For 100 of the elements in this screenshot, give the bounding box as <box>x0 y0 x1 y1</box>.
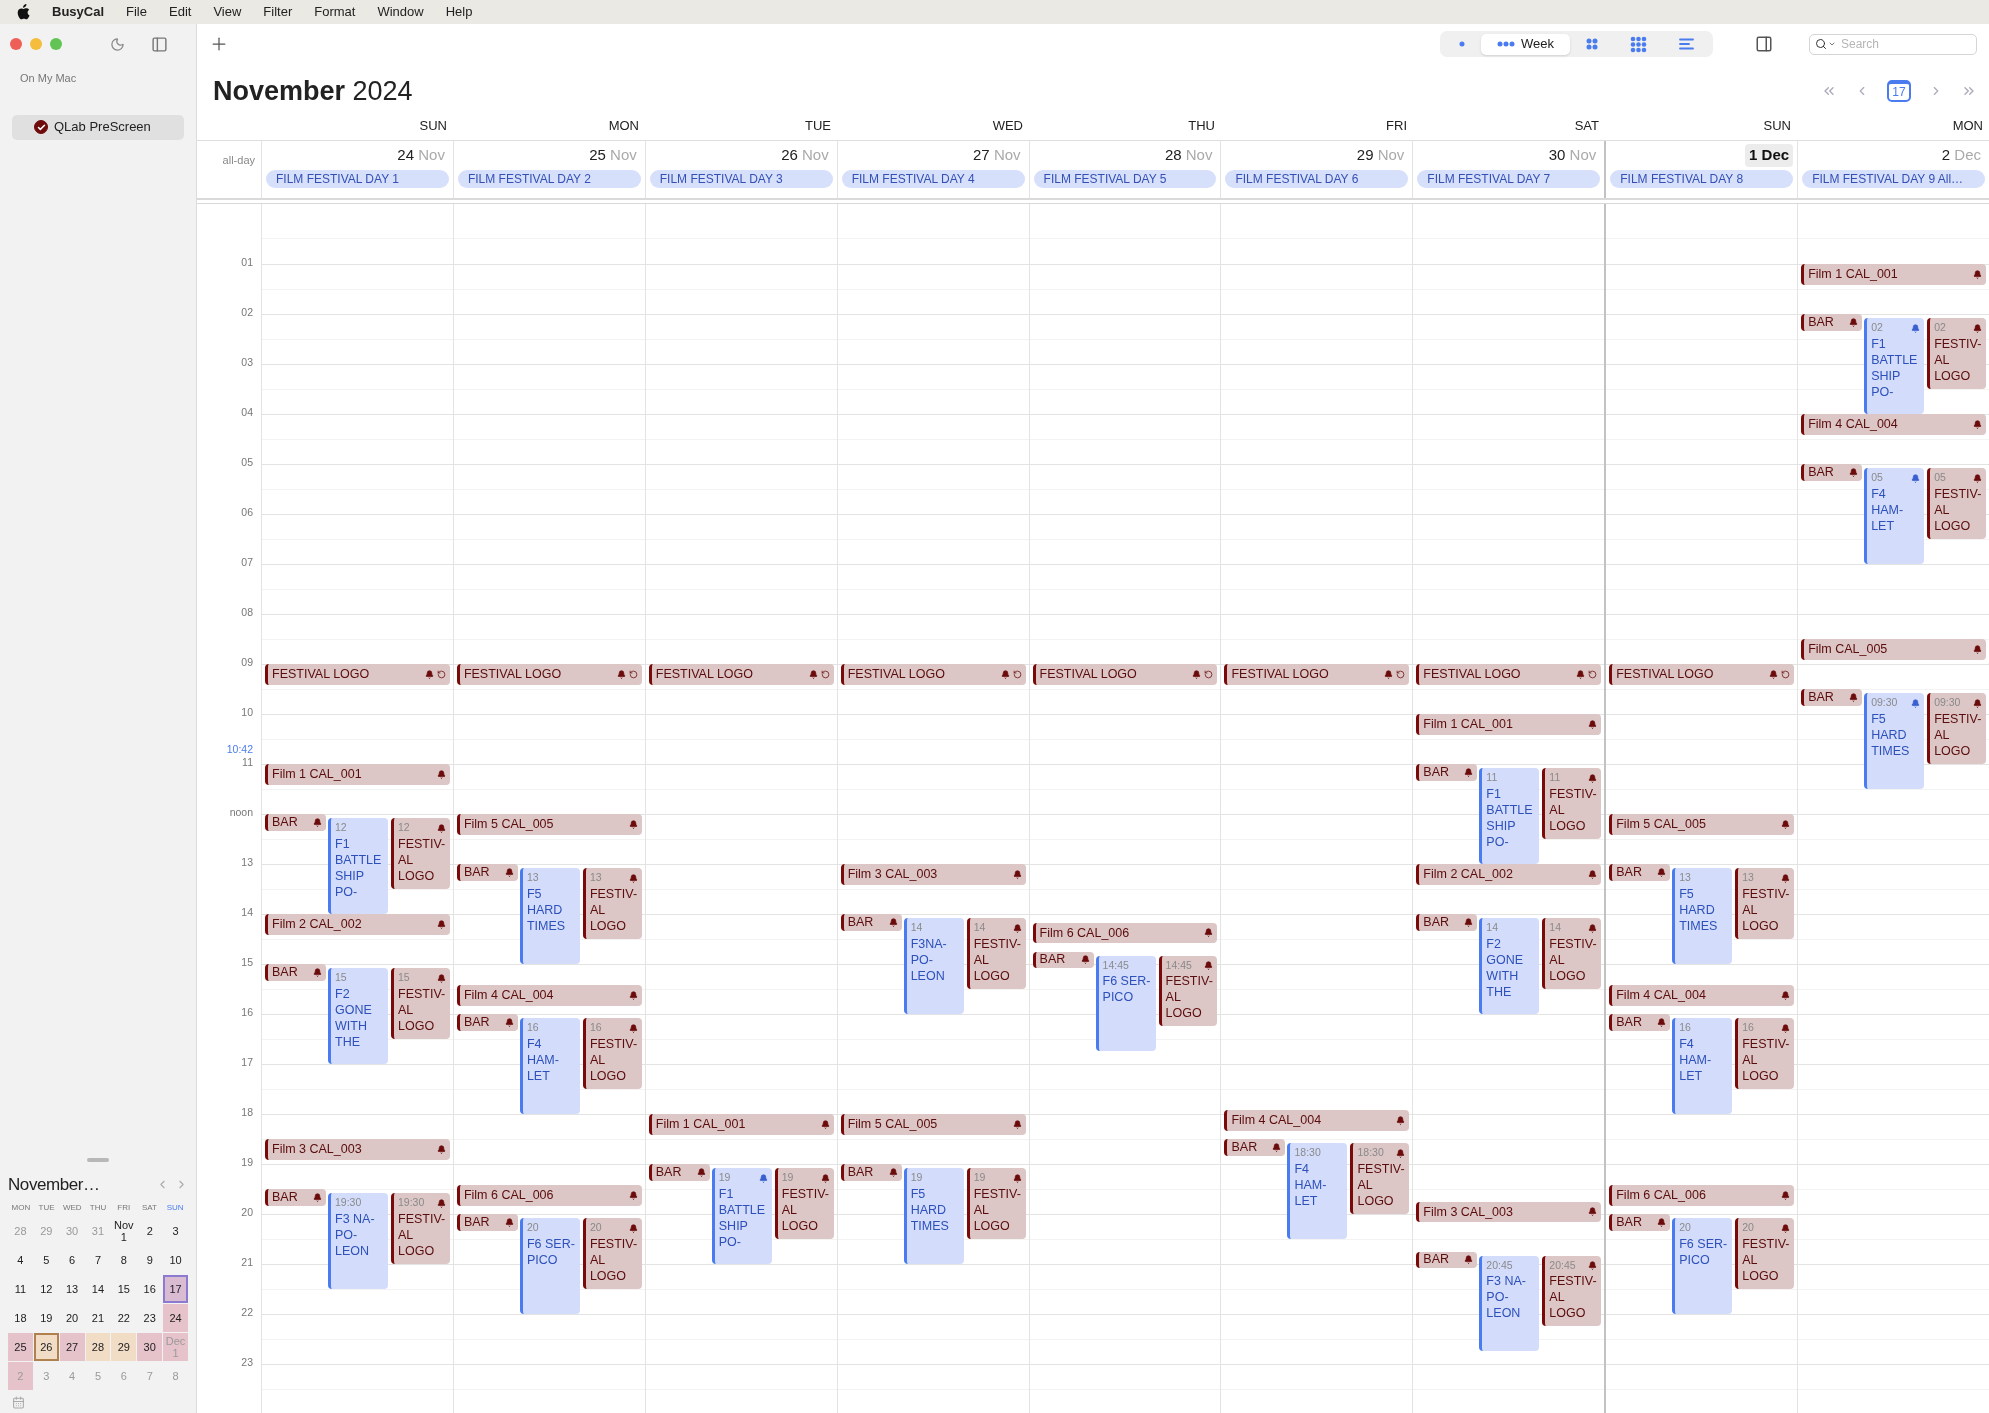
menu-item[interactable]: Window <box>377 2 424 22</box>
all-day-event[interactable]: FILM FESTIVAL DAY 3 <box>649 169 833 188</box>
calendar-event[interactable]: Film 1 CAL_001 <box>648 1114 834 1135</box>
menu-item[interactable]: Filter <box>263 2 293 22</box>
bar-event[interactable]: BAR <box>1609 1214 1671 1231</box>
calendar-event[interactable]: 19:30 FESTIV- AL LOGO <box>391 1193 450 1264</box>
mini-calendar-day[interactable]: 29 <box>111 1333 137 1361</box>
mini-calendar-day[interactable]: 27 <box>59 1333 85 1361</box>
mini-calendar-day[interactable]: 24 <box>163 1304 188 1332</box>
calendar-event[interactable]: 12 FESTIV- AL LOGO <box>391 818 450 889</box>
bar-event[interactable]: BAR <box>1416 1251 1478 1269</box>
app-menu[interactable]: BusyCal <box>52 2 105 22</box>
mini-calendar-day[interactable]: 30 <box>137 1333 163 1361</box>
calendar-event[interactable]: 02 F1 BATTLE SHIP PO- <box>1864 318 1925 414</box>
mini-calendar-day[interactable]: 6 <box>59 1246 85 1274</box>
calendar-event[interactable]: Film 3 CAL_003 <box>1416 1201 1602 1223</box>
bar-event[interactable]: BAR <box>1032 951 1094 969</box>
calendar-event[interactable]: Film 4 CAL_004 <box>1801 414 1986 435</box>
bar-event[interactable]: BAR <box>456 1014 518 1031</box>
calendar-event[interactable]: Film 4 CAL_004 <box>1609 985 1795 1006</box>
calendar-event[interactable]: Film 1 CAL_001 <box>265 764 450 785</box>
mini-calendar-day[interactable]: 26 <box>33 1333 59 1361</box>
bar-event[interactable]: BAR <box>1801 689 1863 706</box>
inspector-toggle-icon[interactable] <box>1755 35 1773 53</box>
calendar-event[interactable]: 19 F1 BATTLE SHIP PO- <box>711 1168 772 1264</box>
apple-logo-icon[interactable] <box>16 4 30 20</box>
calendar-event[interactable]: FESTIVAL LOGO <box>1609 664 1795 685</box>
calendar-event[interactable]: 18:30 F4 HAM- LET <box>1287 1143 1348 1239</box>
bar-event[interactable]: BAR <box>265 964 326 981</box>
mini-calendar-day[interactable]: 18 <box>8 1304 33 1332</box>
calendar-event[interactable]: Film 2 CAL_002 <box>265 914 450 935</box>
calendar-event[interactable]: 12 F1 BATTLE SHIP PO- <box>328 818 388 914</box>
all-day-event[interactable]: FILM FESTIVAL DAY 4 <box>841 169 1025 188</box>
calendar-event[interactable]: 14 F3NA- PO- LEON <box>903 918 964 1014</box>
menu-item[interactable]: File <box>126 2 147 22</box>
bar-event[interactable]: BAR <box>456 1214 518 1231</box>
all-day-event[interactable]: FILM FESTIVAL DAY 6 <box>1225 169 1409 188</box>
calendar-event[interactable]: 20:45 FESTIV- AL LOGO <box>1542 1255 1602 1327</box>
sidebar-toggle-icon[interactable] <box>151 35 168 53</box>
calendar-event[interactable]: 14 FESTIV- AL LOGO <box>966 918 1026 989</box>
mini-calendar-day[interactable]: 14 <box>85 1275 111 1303</box>
mini-calendar-day[interactable]: 25 <box>8 1333 33 1361</box>
calendar-event[interactable]: FESTIVAL LOGO <box>1224 664 1410 685</box>
all-day-event[interactable]: FILM FESTIVAL DAY 8 <box>1610 169 1794 188</box>
view-tab[interactable]: Week <box>1481 33 1570 55</box>
zoom-window-control[interactable] <box>50 38 62 50</box>
calendar-event[interactable]: FESTIVAL LOGO <box>1032 664 1218 685</box>
bar-event[interactable]: BAR <box>265 1189 326 1206</box>
menu-item[interactable]: Edit <box>169 2 192 22</box>
mini-calendar-day[interactable]: 28 <box>85 1333 111 1361</box>
mini-calendar-day[interactable]: 8 <box>111 1246 137 1274</box>
calendar-icon[interactable] <box>12 1396 25 1409</box>
all-day-event[interactable]: FILM FESTIVAL DAY 2 <box>457 169 641 188</box>
calendar-event[interactable]: 20 FESTIV- AL LOGO <box>582 1218 642 1289</box>
calendar-event[interactable]: Film 5 CAL_005 <box>456 814 642 835</box>
mini-calendar-day[interactable]: 15 <box>111 1275 137 1303</box>
calendar-event[interactable]: 19:30 F3 NA- PO- LEON <box>328 1193 388 1289</box>
calendar-event[interactable]: Film 5 CAL_005 <box>1609 814 1795 835</box>
calendar-event[interactable]: Film 4 CAL_004 <box>456 985 642 1006</box>
mini-calendar-day[interactable]: 9 <box>137 1246 163 1274</box>
calendar-event[interactable]: Film 1 CAL_001 <box>1801 264 1986 285</box>
bar-event[interactable]: BAR <box>1609 864 1671 881</box>
menu-item[interactable]: Help <box>445 2 473 22</box>
calendar-event[interactable]: 02 FESTIV- AL LOGO <box>1927 318 1986 389</box>
mini-calendar-day[interactable]: Nov 1 <box>111 1217 137 1245</box>
menu-item[interactable]: Format <box>314 2 356 22</box>
calendar-event[interactable]: 16 F4 HAM- LET <box>1672 1018 1733 1114</box>
mini-calendar-day[interactable]: 10 <box>163 1246 188 1274</box>
calendar-checkbox[interactable] <box>34 120 48 134</box>
calendar-event[interactable]: 05 F4 HAM- LET <box>1864 468 1925 564</box>
all-day-event[interactable]: FILM FESTIVAL DAY 9 All… <box>1802 169 1985 188</box>
calendar-event[interactable]: 11 FESTIV- AL LOGO <box>1542 768 1602 839</box>
calendar-event[interactable]: 13 F5 HARD TIMES <box>1672 868 1733 964</box>
mini-calendar-day[interactable]: 21 <box>85 1304 111 1332</box>
calendar-event[interactable]: Film 6 CAL_006 <box>456 1185 642 1206</box>
mini-calendar-day[interactable]: 2 <box>137 1217 163 1245</box>
mini-calendar-day[interactable]: 7 <box>85 1246 111 1274</box>
mini-calendar-day[interactable]: 12 <box>33 1275 59 1303</box>
calendar-event[interactable]: 20 F6 SER- PICO <box>1672 1218 1733 1314</box>
bar-event[interactable]: BAR <box>648 1164 710 1181</box>
calendar-event[interactable]: 09:30 FESTIV- AL LOGO <box>1927 693 1986 764</box>
calendar-event[interactable]: 16 FESTIV- AL LOGO <box>582 1018 642 1089</box>
mini-calendar-day[interactable]: 17 <box>163 1275 188 1303</box>
calendar-event[interactable]: Film 5 CAL_005 <box>840 1114 1026 1135</box>
calendar-event[interactable]: 13 FESTIV- AL LOGO <box>582 868 642 939</box>
all-day-event[interactable]: FILM FESTIVAL DAY 1 <box>266 169 449 188</box>
calendar-event[interactable]: 18:30 FESTIV- AL LOGO <box>1350 1143 1410 1214</box>
calendar-event[interactable]: FESTIVAL LOGO <box>265 664 450 685</box>
bar-event[interactable]: BAR <box>1224 1139 1286 1156</box>
calendar-event[interactable]: Film 3 CAL_003 <box>840 864 1026 885</box>
calendar-event[interactable]: 14:45 F6 SER- PICO <box>1095 955 1156 1052</box>
calendar-event[interactable]: Film 6 CAL_006 <box>1609 1185 1795 1206</box>
calendar-event[interactable]: 13 F5 HARD TIMES <box>519 868 580 964</box>
today-button[interactable]: 17 <box>1887 80 1911 102</box>
calendar-event[interactable]: Film 3 CAL_003 <box>265 1139 450 1160</box>
calendar-event[interactable]: Film CAL_005 <box>1801 639 1986 660</box>
calendar-event[interactable]: FESTIVAL LOGO <box>456 664 642 685</box>
calendar-event[interactable]: 13 FESTIV- AL LOGO <box>1735 868 1795 939</box>
mini-calendar-day[interactable]: 20 <box>59 1304 85 1332</box>
bar-event[interactable]: BAR <box>840 1164 902 1181</box>
